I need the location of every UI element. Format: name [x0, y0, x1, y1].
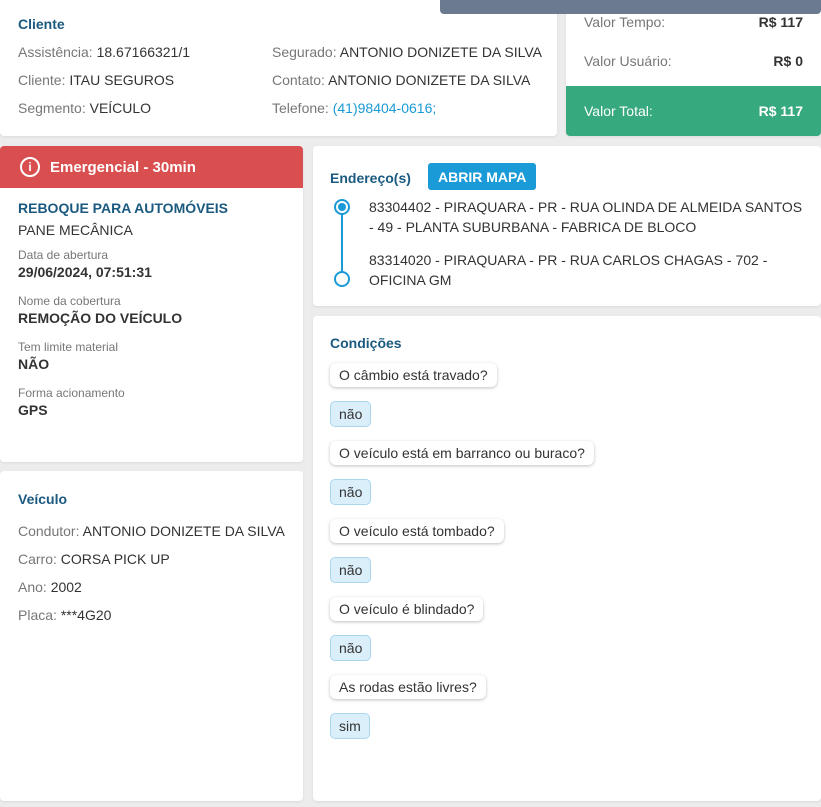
segmento: Segmento: VEÍCULO — [18, 100, 152, 116]
valor-total-band: Valor Total: R$ 117 — [566, 86, 821, 136]
nome-cobertura: REMOÇÃO DO VEÍCULO — [18, 310, 183, 326]
field-label: Data de abertura — [18, 248, 109, 262]
condition-question: O veículo está tombado? — [330, 519, 504, 543]
valor-tempo-label: Valor Tempo: — [584, 14, 666, 30]
condition-item: O câmbio está travado? — [330, 363, 821, 401]
enderecos-title: Endereço(s) — [330, 170, 411, 186]
ano: Ano: 2002 — [18, 579, 82, 595]
valor-total: R$ 117 — [758, 103, 803, 119]
condition-question: O veículo é blindado? — [330, 597, 484, 621]
badge-text: Emergencial - 30min — [50, 158, 196, 176]
condition-item: As rodas estão livres? — [330, 675, 821, 713]
route-line — [341, 214, 343, 278]
valor-tempo: R$ 117 — [758, 14, 803, 30]
condicoes-title: Condições — [330, 335, 402, 351]
veiculo-card: Veículo Condutor: ANTONIO DONIZETE DA SI… — [0, 471, 303, 801]
assistencia: Assistência: 18.67166321/1 — [18, 44, 191, 60]
condutor: Condutor: ANTONIO DONIZETE DA SILVA — [18, 523, 285, 539]
valores-card: Valor Tempo: R$ 117 Valor Usuário: R$ 0 … — [566, 0, 821, 136]
condition-item: O veículo está tombado? — [330, 519, 821, 557]
contato: Contato: ANTONIO DONIZETE DA SILVA — [272, 72, 531, 88]
field-label: Forma acionamento — [18, 386, 125, 400]
address-item: 83314020 - PIRAQUARA - PR - RUA CARLOS C… — [369, 252, 768, 288]
condition-question: O veículo está em barranco ou buraco? — [330, 441, 594, 465]
info-icon: i — [20, 157, 40, 177]
limite-material: NÃO — [18, 356, 50, 372]
condition-answer: não — [330, 557, 372, 583]
abrir-mapa-button[interactable]: ABRIR MAPA — [428, 163, 537, 190]
address-item: 83304402 - PIRAQUARA - PR - RUA OLINDA D… — [369, 199, 803, 235]
condition-answer: não — [330, 479, 372, 505]
servico-motivo: PANE MECÂNICA — [18, 222, 133, 238]
destination-dot-icon — [334, 271, 350, 287]
condition-item: O veículo é blindado? — [330, 597, 821, 635]
condition-question: As rodas estão livres? — [330, 675, 486, 699]
condition-item: O veículo está em barranco ou buraco? — [330, 441, 821, 479]
placa: Placa: ***4G20 — [18, 607, 112, 623]
field-label: Nome da cobertura — [18, 294, 121, 308]
valor-usuario: R$ 0 — [773, 53, 803, 69]
carro: Carro: CORSA PICK UP — [18, 551, 170, 567]
forma-acionamento: GPS — [18, 402, 48, 418]
telefone-link[interactable]: (41)98404-0616; — [333, 100, 437, 116]
condition-question: O câmbio está travado? — [330, 363, 497, 387]
origin-dot-icon — [334, 199, 350, 215]
valor-total-label: Valor Total: — [584, 103, 653, 119]
field-label: Tem limite material — [18, 340, 119, 354]
condition-answer: sim — [330, 713, 370, 739]
condicoes-card: Condições O câmbio está travado? não O v… — [313, 316, 821, 801]
cliente: Cliente: ITAU SEGUROS — [18, 72, 175, 88]
emergencial-badge: i Emergencial - 30min — [0, 146, 303, 188]
cliente-card: Cliente Assistência: 18.67166321/1 Clien… — [0, 0, 557, 136]
enderecos-card: Endereço(s) ABRIR MAPA 83304402 - PIRAQU… — [313, 146, 821, 306]
servico-tipo: REBOQUE PARA AUTOMÓVEIS — [18, 200, 229, 216]
servico-card: i Emergencial - 30min REBOQUE PARA AUTOM… — [0, 146, 303, 462]
veiculo-title: Veículo — [18, 491, 68, 507]
condition-answer: não — [330, 635, 372, 661]
condition-answer: não — [330, 401, 372, 427]
cliente-title: Cliente — [18, 16, 65, 32]
telefone: Telefone: (41)98404-0616; — [272, 100, 437, 116]
tooltip-bar — [440, 0, 821, 14]
valor-usuario-label: Valor Usuário: — [584, 53, 672, 69]
segurado: Segurado: ANTONIO DONIZETE DA SILVA — [272, 44, 542, 60]
data-abertura: 29/06/2024, 07:51:31 — [18, 264, 152, 280]
